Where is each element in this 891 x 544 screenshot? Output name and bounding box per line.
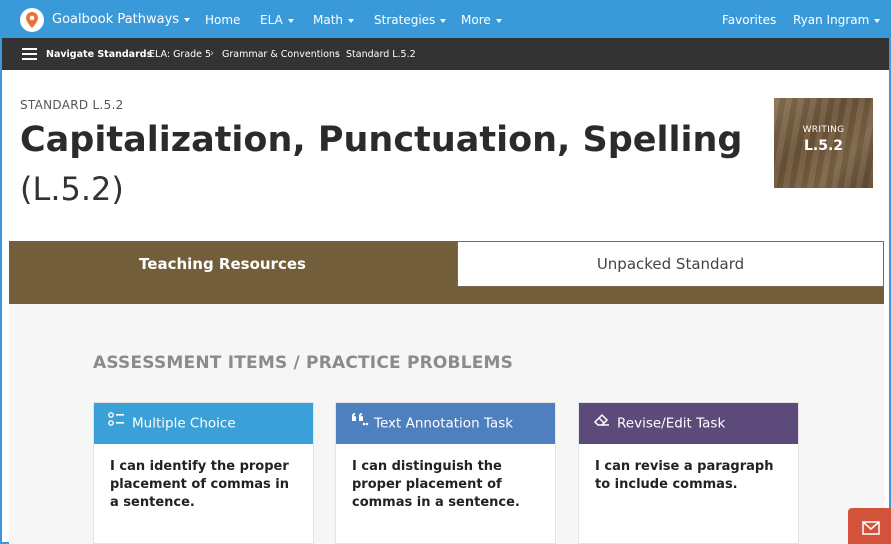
chevron-down-icon (348, 18, 355, 23)
page-subtitle: (L.5.2) (20, 170, 124, 208)
nav-math[interactable]: Math (313, 13, 355, 27)
chevron-down-icon (287, 18, 294, 23)
card-text: I can identify the proper placement of c… (110, 459, 290, 510)
user-name: Ryan Ingram (793, 13, 870, 27)
chevron-down-icon (184, 17, 191, 22)
nav-more[interactable]: More (461, 13, 502, 27)
goalbook-logo-icon[interactable] (20, 8, 44, 32)
nav-more-label: More (461, 13, 491, 27)
card-header: Multiple Choice (94, 403, 313, 444)
card-multiple-choice[interactable]: Multiple Choice I can identify the prope… (93, 402, 314, 544)
breadcrumb-grade[interactable]: ELA: Grade 5 (149, 49, 211, 60)
nav-ela[interactable]: ELA (260, 13, 294, 27)
tab-unpacked-standard[interactable]: Unpacked Standard (457, 241, 884, 287)
chevron-down-icon (874, 18, 881, 23)
card-revise-edit[interactable]: Revise/Edit Task I can revise a paragrap… (578, 402, 799, 544)
brand-label: Goalbook Pathways (52, 12, 180, 27)
feedback-mail-button[interactable] (848, 508, 891, 544)
page-title: Capitalization, Punctuation, Spelling (20, 120, 743, 160)
nav-strategies[interactable]: Strategies (374, 13, 447, 27)
chevron-right-icon: › (210, 48, 214, 59)
card-text-annotation[interactable]: Text Annotation Task I can distinguish t… (335, 402, 556, 544)
card-title: Text Annotation Task (374, 415, 514, 432)
card-title: Multiple Choice (132, 415, 236, 432)
list-icon (108, 403, 128, 444)
user-menu[interactable]: Ryan Ingram (793, 13, 881, 27)
nav-math-label: Math (313, 13, 344, 27)
standard-badge: WRITING L.5.2 (774, 98, 873, 188)
quote-icon (350, 403, 370, 444)
chevron-right-icon: › (335, 48, 339, 59)
nav-favorites[interactable]: Favorites (722, 13, 776, 27)
card-title: Revise/Edit Task (617, 415, 726, 432)
nav-home[interactable]: Home (205, 13, 240, 27)
badge-category: WRITING (802, 125, 845, 135)
nav-strategies-label: Strategies (374, 13, 436, 27)
top-navbar: Goalbook Pathways Home ELA Math Strategi… (2, 2, 889, 38)
navigate-standards-button[interactable]: Navigate Standards (46, 49, 152, 60)
card-text: I can revise a paragraph to include comm… (595, 459, 774, 492)
chevron-down-icon (440, 18, 447, 23)
hamburger-menu-icon[interactable] (22, 48, 37, 60)
breadcrumb-standard[interactable]: Standard L.5.2 (346, 49, 416, 60)
badge-code: L.5.2 (803, 138, 844, 154)
nav-ela-label: ELA (260, 13, 283, 27)
breadcrumb-domain[interactable]: Grammar & Conventions (222, 49, 340, 60)
card-text: I can distinguish the proper placement o… (352, 459, 520, 510)
standard-label: STANDARD L.5.2 (20, 98, 124, 112)
card-header: Revise/Edit Task (579, 403, 798, 444)
mail-icon (862, 521, 880, 535)
chevron-down-icon (495, 18, 502, 23)
eraser-icon (593, 403, 613, 444)
standards-navbar: Navigate Standards ELA: Grade 5 › Gramma… (2, 38, 889, 70)
section-title: ASSESSMENT ITEMS / PRACTICE PROBLEMS (93, 353, 514, 373)
card-header: Text Annotation Task (336, 403, 555, 444)
brand-menu[interactable]: Goalbook Pathways (52, 12, 191, 27)
tab-teaching-resources[interactable]: Teaching Resources (9, 241, 436, 287)
